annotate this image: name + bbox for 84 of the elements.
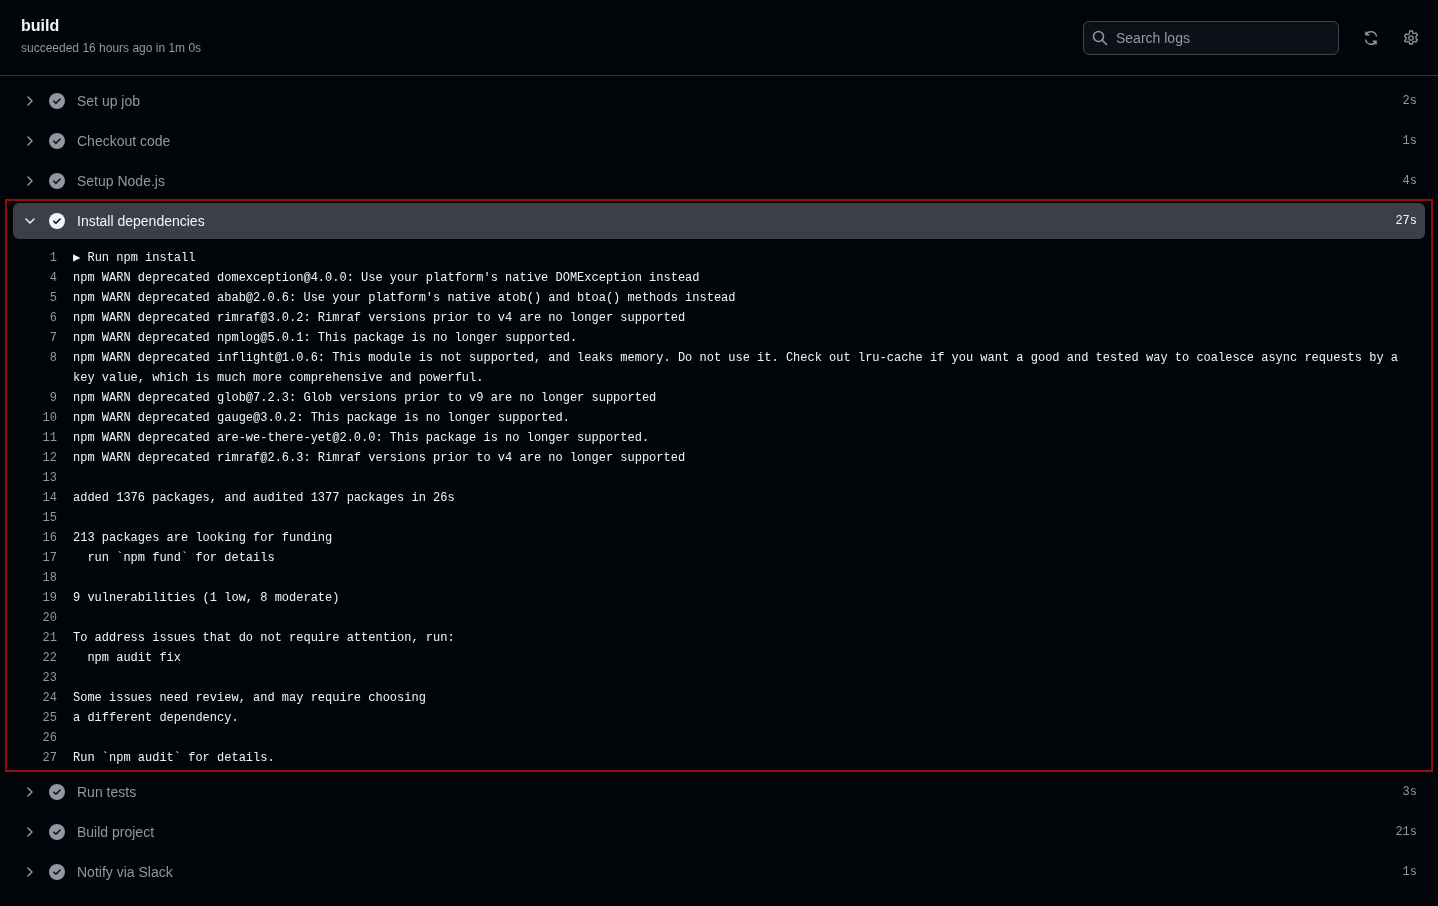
line-number: 17 xyxy=(41,550,58,567)
line-number: 9 xyxy=(48,390,58,407)
line-number: 22 xyxy=(41,650,58,667)
line-number: 18 xyxy=(41,570,58,587)
line-number: 11 xyxy=(41,430,58,447)
step-name: Setup Node.js xyxy=(77,173,166,189)
step-row[interactable]: Run tests 3s xyxy=(13,774,1425,810)
log-text: npm WARN deprecated domexception@4.0.0: Use your platform's native DOMException instead xyxy=(73,270,701,287)
log-text: added 1376 packages, and audited 1377 packages in 26s xyxy=(73,490,456,507)
step-name: Install dependencies xyxy=(77,213,206,229)
step-duration: 21s xyxy=(1395,825,1417,839)
check-circle-icon xyxy=(49,784,65,800)
log-text: 9 vulnerabilities (1 low, 8 moderate) xyxy=(73,590,341,607)
step-name: Notify via Slack xyxy=(77,864,174,880)
log-text: To address issues that do not require attention, run: xyxy=(73,630,456,647)
chevron-right-icon xyxy=(24,175,36,187)
refresh-icon[interactable] xyxy=(1363,29,1379,46)
line-number: 4 xyxy=(48,270,58,287)
line-number: 8 xyxy=(48,350,58,367)
log-text: npm WARN deprecated rimraf@3.0.2: Rimraf versions prior to v4 are no longer supported xyxy=(73,310,687,327)
line-number: 25 xyxy=(41,710,58,727)
log-text: npm WARN deprecated rimraf@2.6.3: Rimraf versions prior to v4 are no longer supported xyxy=(73,450,687,467)
log-text: ▶ Run npm install xyxy=(73,250,197,267)
step-name: Build project xyxy=(77,824,156,840)
log-text: run `npm fund` for details xyxy=(86,550,276,567)
job-title: build xyxy=(21,16,61,35)
log-text: npm WARN deprecated inflight@1.0.6: This module is not supported, and leaks memory. Do not use it. Check out lru-cache if you want a good and tested way to coalesce async requests by a key value, which is much more comprehensive and powerful. xyxy=(73,350,1399,387)
line-number: 19 xyxy=(41,590,58,607)
step-row[interactable]: Setup Node.js 4s xyxy=(13,163,1425,199)
log-text: npm WARN deprecated npmlog@5.0.1: This package is no longer supported. xyxy=(73,330,579,347)
step-duration: 2s xyxy=(1402,94,1417,108)
step-row[interactable]: Build project 21s xyxy=(13,814,1425,850)
line-number: 23 xyxy=(41,670,58,687)
chevron-down-icon xyxy=(24,215,36,227)
step-duration: 27s xyxy=(1395,214,1417,228)
job-status: succeeded 16 hours ago in 1m 0s xyxy=(21,40,202,55)
log-text: npm WARN deprecated glob@7.2.3: Glob versions prior to v9 are no longer supported xyxy=(73,390,658,407)
step-name: Set up job xyxy=(77,93,142,109)
log-text: a different dependency. xyxy=(73,710,240,727)
step-row[interactable]: Checkout code 1s xyxy=(13,123,1425,159)
chevron-right-icon xyxy=(24,866,36,878)
line-number: 16 xyxy=(41,530,58,547)
chevron-right-icon xyxy=(24,786,36,798)
step-name: Run tests xyxy=(77,784,138,800)
check-circle-icon xyxy=(49,213,65,229)
check-circle-icon xyxy=(49,824,65,840)
check-circle-icon xyxy=(49,133,65,149)
line-number: 1 xyxy=(48,250,58,267)
log-text: Run `npm audit` for details. xyxy=(73,750,276,767)
check-circle-icon xyxy=(49,173,65,189)
settings-icon[interactable] xyxy=(1403,29,1419,46)
step-row[interactable]: Notify via Slack 1s xyxy=(13,854,1425,890)
line-number: 27 xyxy=(41,750,58,767)
log-text: npm WARN deprecated abab@2.0.6: Use your platform's native atob() and btoa() methods instead xyxy=(73,290,737,307)
chevron-right-icon xyxy=(24,826,36,838)
line-number: 15 xyxy=(41,510,58,527)
chevron-right-icon xyxy=(24,135,36,147)
line-number: 21 xyxy=(41,630,58,647)
line-number: 14 xyxy=(41,490,58,507)
line-number: 13 xyxy=(41,470,58,487)
line-number: 20 xyxy=(41,610,58,627)
line-number: 10 xyxy=(41,410,58,427)
step-row[interactable]: Set up job 2s xyxy=(13,83,1425,119)
line-number: 6 xyxy=(48,310,58,327)
step-row[interactable]: Install dependencies 27s xyxy=(13,203,1425,239)
line-number: 7 xyxy=(48,330,58,347)
log-text: npm audit fix xyxy=(86,650,183,667)
log-text: npm WARN deprecated gauge@3.0.2: This package is no longer supported. xyxy=(73,410,571,427)
line-number: 26 xyxy=(41,730,58,747)
step-duration: 1s xyxy=(1402,134,1417,148)
line-number: 12 xyxy=(41,450,58,467)
line-number: 24 xyxy=(41,690,58,707)
chevron-right-icon xyxy=(24,95,36,107)
check-circle-icon xyxy=(49,93,65,109)
log-text: npm WARN deprecated are-we-there-yet@2.0.0: This package is no longer supported. xyxy=(73,430,651,447)
check-circle-icon xyxy=(49,864,65,880)
log-text: 213 packages are looking for funding xyxy=(73,530,334,547)
log-text: Some issues need review, and may require choosing xyxy=(73,690,427,707)
search-field[interactable]: Search logs xyxy=(1083,20,1339,55)
step-name: Checkout code xyxy=(77,133,172,149)
step-duration: 3s xyxy=(1402,785,1417,799)
step-duration: 4s xyxy=(1402,174,1417,188)
step-duration: 1s xyxy=(1402,865,1417,879)
line-number: 5 xyxy=(48,290,58,307)
